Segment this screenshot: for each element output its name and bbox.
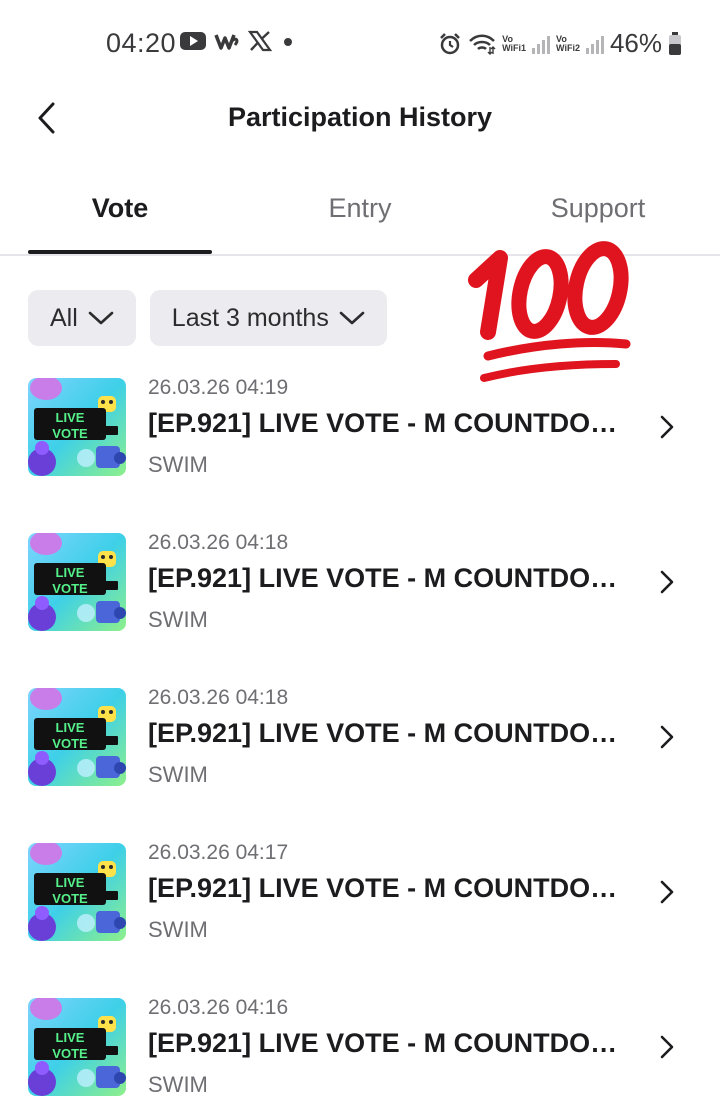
thumb-vote-text: VOTE bbox=[52, 891, 88, 906]
thumb-live-text: LIVE bbox=[56, 1030, 85, 1045]
dot-icon bbox=[284, 38, 292, 46]
period-filter-label: Last 3 months bbox=[171, 303, 329, 332]
thumb-vote-text: VOTE bbox=[52, 1046, 88, 1061]
tab-entry[interactable]: Entry bbox=[268, 193, 452, 224]
chevron-right-icon bbox=[660, 880, 674, 904]
battery-percent: 46% bbox=[609, 28, 662, 58]
vowifi2-bottom: WiFi2 bbox=[556, 42, 580, 53]
vote-thumbnail: LIVE VOTE bbox=[28, 843, 126, 941]
vote-thumbnail: LIVE VOTE bbox=[28, 998, 126, 1096]
vote-date: 26.03.26 04:16 bbox=[148, 996, 289, 1019]
period-filter-dropdown[interactable]: Last 3 months bbox=[149, 290, 387, 346]
live-vote-thumbnail-image: LIVE VOTE bbox=[28, 688, 126, 786]
vote-thumbnail: LIVE VOTE bbox=[28, 688, 126, 786]
live-vote-thumbnail-image: LIVE VOTE bbox=[28, 998, 126, 1096]
battery-icon bbox=[669, 31, 681, 55]
list-item[interactable]: LIVE VOTE 26.03.26 04:16 [EP.921] LIVE V… bbox=[0, 992, 720, 1119]
active-tab-indicator bbox=[28, 250, 212, 254]
vote-thumbnail: LIVE VOTE bbox=[28, 533, 126, 631]
vowifi1-indicator: Vo WiFi1 bbox=[502, 34, 527, 53]
vote-title: [EP.921] LIVE VOTE - M COUNTDOWN bbox=[148, 408, 628, 438]
vote-artist: SWIM bbox=[148, 1072, 208, 1097]
app-header: Participation History bbox=[0, 88, 720, 148]
status-app-icons bbox=[180, 30, 296, 52]
vote-date: 26.03.26 04:17 bbox=[148, 841, 289, 864]
chevron-right-icon bbox=[660, 570, 674, 594]
thumb-live-text: LIVE bbox=[56, 410, 85, 425]
list-item[interactable]: LIVE VOTE 26.03.26 04:19 [EP.921] LIVE V… bbox=[0, 372, 720, 527]
vote-history-list: LIVE VOTE 26.03.26 04:19 [EP.921] LIVE V… bbox=[0, 372, 720, 1119]
status-bar: 04:20 Vo WiFi1 Vo WiFi2 46% bbox=[0, 0, 720, 88]
youtube-icon bbox=[180, 32, 206, 50]
chevron-down-icon bbox=[339, 311, 365, 325]
vote-title: [EP.921] LIVE VOTE - M COUNTDOWN bbox=[148, 1028, 628, 1058]
vote-title: [EP.921] LIVE VOTE - M COUNTDOWN bbox=[148, 873, 628, 903]
tab-support[interactable]: Support bbox=[506, 193, 690, 224]
type-filter-dropdown[interactable]: All bbox=[28, 290, 136, 346]
thumb-live-text: LIVE bbox=[56, 565, 85, 580]
signal2-icon bbox=[585, 34, 604, 54]
vote-artist: SWIM bbox=[148, 452, 208, 477]
status-time: 04:20 bbox=[106, 28, 177, 58]
thumb-live-text: LIVE bbox=[56, 720, 85, 735]
wifi-icon bbox=[469, 34, 496, 55]
vote-artist: SWIM bbox=[148, 607, 208, 632]
chevron-right-icon bbox=[660, 415, 674, 439]
vote-date: 26.03.26 04:18 bbox=[148, 531, 289, 554]
page-title: Participation History bbox=[227, 102, 493, 132]
vote-date: 26.03.26 04:18 bbox=[148, 686, 289, 709]
filter-bar: All Last 3 months bbox=[28, 290, 387, 346]
live-vote-thumbnail-image: LIVE VOTE bbox=[28, 533, 126, 631]
list-item[interactable]: LIVE VOTE 26.03.26 04:17 [EP.921] LIVE V… bbox=[0, 837, 720, 992]
list-item[interactable]: LIVE VOTE 26.03.26 04:18 [EP.921] LIVE V… bbox=[0, 527, 720, 682]
live-vote-thumbnail-image: LIVE VOTE bbox=[28, 843, 126, 941]
vowifi1-bottom: WiFi1 bbox=[502, 42, 527, 53]
signal1-icon bbox=[532, 34, 551, 54]
thumb-live-text: LIVE bbox=[56, 875, 85, 890]
weverse-icon bbox=[214, 34, 239, 50]
vote-title: [EP.921] LIVE VOTE - M COUNTDOWN bbox=[148, 718, 628, 748]
type-filter-label: All bbox=[50, 303, 78, 332]
vote-artist: SWIM bbox=[148, 762, 208, 787]
x-icon bbox=[248, 30, 272, 52]
status-system-icons: Vo WiFi1 Vo WiFi2 46% bbox=[438, 28, 682, 59]
vote-artist: SWIM bbox=[148, 917, 208, 942]
chevron-right-icon bbox=[660, 1035, 674, 1059]
list-item[interactable]: LIVE VOTE 26.03.26 04:18 [EP.921] LIVE V… bbox=[0, 682, 720, 837]
vote-thumbnail: LIVE VOTE bbox=[28, 378, 126, 476]
tab-vote[interactable]: Vote bbox=[28, 193, 212, 224]
live-vote-thumbnail-image: LIVE VOTE bbox=[28, 378, 126, 476]
vowifi2-indicator: Vo WiFi2 bbox=[556, 34, 580, 53]
thumb-vote-text: VOTE bbox=[52, 736, 88, 751]
thumb-vote-text: VOTE bbox=[52, 426, 88, 441]
vote-title: [EP.921] LIVE VOTE - M COUNTDOWN bbox=[148, 563, 628, 593]
chevron-down-icon bbox=[88, 311, 114, 325]
vote-date: 26.03.26 04:19 bbox=[148, 376, 289, 399]
thumb-vote-text: VOTE bbox=[52, 581, 88, 596]
alarm-icon bbox=[440, 32, 460, 54]
chevron-right-icon bbox=[660, 725, 674, 749]
